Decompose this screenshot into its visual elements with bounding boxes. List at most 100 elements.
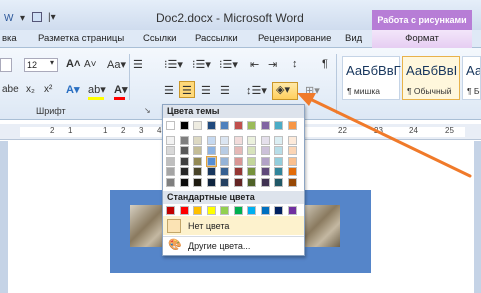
change-case-icon[interactable]: Aa▾ (107, 58, 126, 71)
color-swatch[interactable] (179, 156, 189, 166)
color-swatch[interactable] (274, 121, 283, 130)
font-color-icon[interactable]: A▾ (114, 83, 127, 96)
color-swatch[interactable] (287, 167, 297, 176)
color-swatch[interactable] (220, 146, 229, 155)
color-swatch[interactable] (274, 146, 283, 155)
color-swatch[interactable] (206, 167, 216, 176)
no-color-swatch[interactable] (167, 219, 181, 233)
color-swatch[interactable] (166, 121, 175, 130)
show-marks-icon[interactable]: ¶ (322, 58, 328, 70)
color-swatch[interactable] (287, 121, 297, 130)
color-swatch[interactable] (274, 156, 283, 166)
color-swatch[interactable] (274, 167, 283, 176)
color-swatch[interactable] (220, 167, 229, 176)
sort-icon[interactable]: ↕ (292, 58, 298, 70)
color-swatch[interactable] (287, 135, 297, 145)
shrink-font-icon[interactable]: A˅ (84, 59, 97, 70)
color-swatch[interactable] (233, 121, 243, 130)
tab-review[interactable]: Рецензирование (258, 33, 331, 44)
color-swatch[interactable] (247, 121, 256, 130)
color-swatch[interactable] (260, 156, 270, 166)
tab-view[interactable]: Вид (345, 33, 362, 44)
color-swatch[interactable] (233, 156, 243, 166)
color-swatch[interactable] (260, 135, 270, 145)
font-dialog-launcher-icon[interactable]: ↘ (144, 106, 151, 115)
justify-icon[interactable]: ☰ (220, 84, 230, 97)
style-item-no-spacing[interactable]: АаБбВв ¶ Без и (462, 56, 481, 100)
decrease-indent-icon[interactable]: ⇤ (250, 58, 259, 71)
standard-color-swatch[interactable] (179, 206, 189, 215)
strikethrough-icon[interactable]: abe (2, 84, 19, 95)
tab-format[interactable]: Формат (372, 30, 472, 48)
subscript-icon[interactable]: x₂ (26, 84, 35, 95)
color-swatch[interactable] (260, 167, 270, 176)
color-swatch[interactable] (260, 177, 270, 187)
quick-access-dropdown-icon[interactable]: ▾ (20, 13, 25, 24)
color-swatch[interactable] (247, 135, 256, 145)
color-swatch[interactable] (220, 121, 229, 130)
color-swatch[interactable] (220, 156, 229, 166)
standard-color-swatch[interactable] (274, 206, 283, 215)
color-swatch[interactable] (220, 135, 229, 145)
color-swatch[interactable] (179, 167, 189, 176)
color-swatch[interactable] (193, 156, 202, 166)
customize-quick-access-icon[interactable]: |▾ (48, 12, 56, 23)
color-swatch[interactable] (247, 177, 256, 187)
color-swatch[interactable] (179, 177, 189, 187)
standard-color-swatch[interactable] (233, 206, 243, 215)
word-icon[interactable]: W (4, 13, 13, 24)
standard-color-swatch[interactable] (206, 206, 216, 215)
clear-format-icon[interactable]: ☰ (133, 58, 143, 71)
superscript-icon[interactable]: x² (44, 84, 52, 95)
color-swatch[interactable] (247, 156, 256, 166)
color-swatch[interactable] (260, 146, 270, 155)
standard-color-swatch[interactable] (166, 206, 175, 215)
tab-page-layout[interactable]: Разметка страницы (38, 33, 124, 44)
color-swatch[interactable] (247, 167, 256, 176)
photo-thumbnail[interactable] (300, 205, 340, 247)
bullets-icon[interactable]: ⁝☰▾ (164, 58, 183, 71)
color-swatch[interactable] (166, 135, 175, 145)
numbering-icon[interactable]: ⁝☰▾ (192, 58, 211, 71)
color-swatch[interactable] (193, 146, 202, 155)
standard-color-swatch[interactable] (220, 206, 229, 215)
color-swatch[interactable] (166, 146, 175, 155)
color-swatch[interactable] (206, 146, 216, 155)
line-spacing-icon[interactable]: ↕☰▾ (246, 84, 267, 97)
color-swatch[interactable] (274, 135, 283, 145)
font-name-box[interactable] (0, 58, 12, 72)
color-swatch[interactable] (193, 177, 202, 187)
color-swatch[interactable] (179, 135, 189, 145)
color-swatch[interactable] (247, 146, 256, 155)
undo-icon[interactable] (32, 12, 42, 22)
color-swatch[interactable] (205, 155, 217, 167)
style-item-normal[interactable]: АаБбВвI ¶ Обычный (402, 56, 460, 100)
color-swatch[interactable] (260, 121, 270, 130)
more-colors-item[interactable]: Другие цвета... (188, 241, 250, 251)
color-swatch[interactable] (206, 135, 216, 145)
tab-mailings[interactable]: Рассылки (195, 33, 238, 44)
color-swatch[interactable] (206, 121, 216, 130)
color-swatch[interactable] (287, 146, 297, 155)
no-color-item[interactable]: Нет цвета (188, 221, 229, 231)
color-swatch[interactable] (233, 167, 243, 176)
tab-insert[interactable]: вка (2, 33, 17, 44)
grow-font-icon[interactable]: A˄ (66, 58, 80, 70)
multilevel-list-icon[interactable]: ⁝☰▾ (219, 58, 238, 71)
standard-color-swatch[interactable] (193, 206, 202, 215)
color-swatch[interactable] (287, 156, 297, 166)
color-swatch[interactable] (220, 177, 229, 187)
highlight-icon[interactable]: ab▾ (88, 83, 106, 96)
color-swatch[interactable] (206, 177, 216, 187)
text-effects-icon[interactable]: A▾ (66, 83, 79, 96)
color-swatch[interactable] (233, 146, 243, 155)
color-swatch[interactable] (166, 167, 175, 176)
color-swatch[interactable] (287, 177, 297, 187)
tab-references[interactable]: Ссылки (143, 33, 176, 44)
color-swatch[interactable] (193, 135, 202, 145)
borders-icon[interactable]: ⊞▾ (305, 84, 320, 97)
color-swatch[interactable] (193, 121, 202, 130)
standard-color-swatch[interactable] (260, 206, 270, 215)
align-right-icon[interactable]: ☰ (201, 84, 211, 97)
chevron-down-icon[interactable]: ▾ (50, 58, 54, 67)
